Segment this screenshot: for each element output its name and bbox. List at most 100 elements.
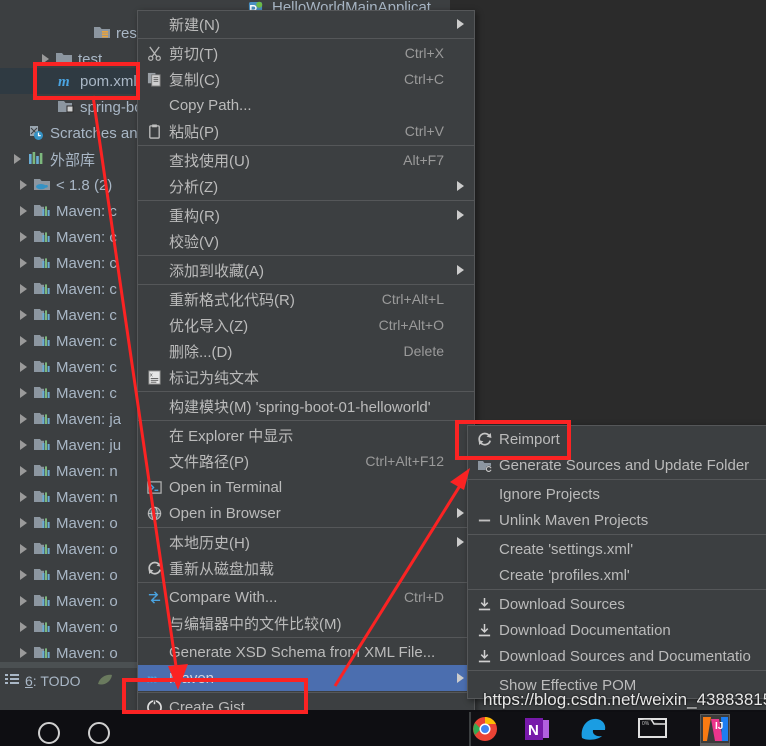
menu-item-shortcut: Alt+F7: [403, 152, 444, 168]
expand-arrow-icon[interactable]: [18, 309, 30, 321]
search-circle-icon[interactable]: [38, 722, 60, 744]
menu-item-label: 文件路径(P): [169, 453, 249, 471]
blank-icon: [146, 233, 163, 249]
menu-separator: [468, 589, 766, 590]
menu-arrow-spacer: [452, 481, 464, 493]
expand-arrow-icon[interactable]: [40, 53, 52, 65]
menu-item[interactable]: 文件路径(P) Ctrl+Alt+F12: [138, 448, 474, 474]
edge-icon[interactable]: [578, 716, 608, 746]
expand-arrow-icon[interactable]: [18, 413, 30, 425]
intellij-idea-icon[interactable]: IJ: [700, 714, 730, 746]
menu-arrow-spacer: [751, 598, 763, 610]
file-explorer-icon[interactable]: 0%: [638, 716, 668, 745]
menu-item[interactable]: Ignore Projects: [468, 481, 766, 507]
menu-item[interactable]: Create 'settings.xml': [468, 536, 766, 562]
menu-separator: [138, 200, 474, 201]
menu-item[interactable]: 添加到收藏(A): [138, 257, 474, 283]
todo-label[interactable]: : TODO: [33, 673, 81, 689]
maven-lib-icon: [34, 645, 51, 661]
menu-item-label: Download Sources and Documentatio: [499, 647, 751, 665]
menu-item[interactable]: Download Documentation: [468, 617, 766, 643]
menu-item[interactable]: Download Sources: [468, 591, 766, 617]
todo-list-icon: [5, 673, 19, 689]
expand-arrow-icon[interactable]: [18, 465, 30, 477]
menu-item[interactable]: Copy Path...: [138, 92, 474, 118]
menu-item[interactable]: 复制(C) Ctrl+C: [138, 66, 474, 92]
menu-item[interactable]: Create 'profiles.xml': [468, 562, 766, 588]
menu-item[interactable]: 重新从磁盘加载: [138, 555, 474, 581]
menu-item-label: 构建模块(M) 'spring-boot-01-helloworld': [169, 398, 431, 416]
menu-item[interactable]: 分析(Z): [138, 173, 474, 199]
menu-item-shortcut: Ctrl+V: [404, 123, 444, 139]
expand-arrow-icon[interactable]: [12, 153, 24, 165]
menu-item[interactable]: 校验(V): [138, 228, 474, 254]
menu-item[interactable]: m Maven: [138, 665, 474, 691]
maven-pom-icon: m: [58, 73, 75, 90]
maven-lib-icon: [34, 437, 51, 453]
menu-item-label: Download Documentation: [499, 621, 671, 639]
expand-arrow-icon[interactable]: [18, 283, 30, 295]
menu-item[interactable]: 查找使用(U) Alt+F7: [138, 147, 474, 173]
expand-arrow-icon[interactable]: [18, 439, 30, 451]
menu-item[interactable]: Generate XSD Schema from XML File...: [138, 639, 474, 665]
context-menu[interactable]: 新建(N) 剪切(T) Ctrl+X 复制(C) Ctrl+C Copy Path... 粘…: [137, 10, 475, 721]
blank-icon: [146, 178, 163, 194]
menu-item[interactable]: 重构(R): [138, 202, 474, 228]
menu-item[interactable]: Reimport: [468, 426, 766, 452]
maven-submenu[interactable]: Reimport Generate Sources and Update Fold…: [467, 425, 766, 699]
expand-arrow-icon[interactable]: [18, 387, 30, 399]
menu-item[interactable]: 新建(N): [138, 11, 474, 37]
chrome-icon[interactable]: [472, 716, 498, 746]
expand-arrow-icon[interactable]: [18, 335, 30, 347]
menu-item[interactable]: Open in Terminal: [138, 474, 474, 500]
expand-arrow-icon[interactable]: [18, 569, 30, 581]
expand-arrow-icon[interactable]: [18, 179, 30, 191]
expand-arrow-icon[interactable]: [18, 647, 30, 659]
menu-item[interactable]: 优化导入(Z) Ctrl+Alt+O: [138, 312, 474, 338]
menu-arrow-spacer: [452, 99, 464, 111]
menu-item-label: Open in Terminal: [169, 478, 283, 496]
menu-item[interactable]: 构建模块(M) 'spring-boot-01-helloworld': [138, 393, 474, 419]
scratches-icon: [28, 125, 45, 141]
expand-arrow-icon[interactable]: [18, 543, 30, 555]
menu-item[interactable]: 粘贴(P) Ctrl+V: [138, 118, 474, 144]
maven-lib-icon: [34, 203, 51, 219]
onenote-icon[interactable]: N: [524, 716, 550, 746]
menu-item[interactable]: 重新格式化代码(R) Ctrl+Alt+L: [138, 286, 474, 312]
menu-item[interactable]: Compare With... Ctrl+D: [138, 584, 474, 610]
expand-arrow-icon[interactable]: [18, 257, 30, 269]
menu-item[interactable]: 在 Explorer 中显示: [138, 422, 474, 448]
expand-arrow-icon[interactable]: [18, 621, 30, 633]
copy-icon: [146, 71, 163, 87]
menu-arrow-spacer: [751, 543, 763, 555]
expand-arrow-icon[interactable]: [18, 517, 30, 529]
menu-separator: [138, 637, 474, 638]
leaf-icon: [97, 673, 113, 689]
todo-index-label[interactable]: 6: [25, 673, 33, 689]
menu-item-label: 分析(Z): [169, 178, 219, 196]
expand-arrow-icon[interactable]: [18, 361, 30, 373]
svg-text:0%: 0%: [642, 721, 650, 727]
menu-item[interactable]: 删除...(D) Delete: [138, 338, 474, 364]
expand-arrow-icon[interactable]: [18, 595, 30, 607]
menu-item[interactable]: Generate Sources and Update Folder: [468, 452, 766, 478]
plain-text-icon: x: [146, 369, 163, 385]
menu-item[interactable]: x 标记为纯文本: [138, 364, 474, 390]
maven-lib-icon: [34, 359, 51, 375]
maven-lib-icon: [34, 489, 51, 505]
menu-item[interactable]: 剪切(T) Ctrl+X: [138, 40, 474, 66]
menu-separator: [138, 284, 474, 285]
cortana-circle-icon[interactable]: [88, 722, 110, 744]
expand-arrow-icon[interactable]: [18, 205, 30, 217]
menu-arrow-spacer: [452, 400, 464, 412]
browser-globe-icon: [146, 505, 163, 521]
menu-arrow-spacer: [452, 371, 464, 383]
maven-lib-icon: [34, 515, 51, 531]
expand-arrow-icon[interactable]: [18, 231, 30, 243]
menu-item[interactable]: Unlink Maven Projects: [468, 507, 766, 533]
expand-arrow-icon[interactable]: [18, 491, 30, 503]
menu-item[interactable]: Open in Browser: [138, 500, 474, 526]
menu-item[interactable]: 本地历史(H): [138, 529, 474, 555]
menu-item[interactable]: 与编辑器中的文件比较(M): [138, 610, 474, 636]
menu-item[interactable]: Download Sources and Documentatio: [468, 643, 766, 669]
